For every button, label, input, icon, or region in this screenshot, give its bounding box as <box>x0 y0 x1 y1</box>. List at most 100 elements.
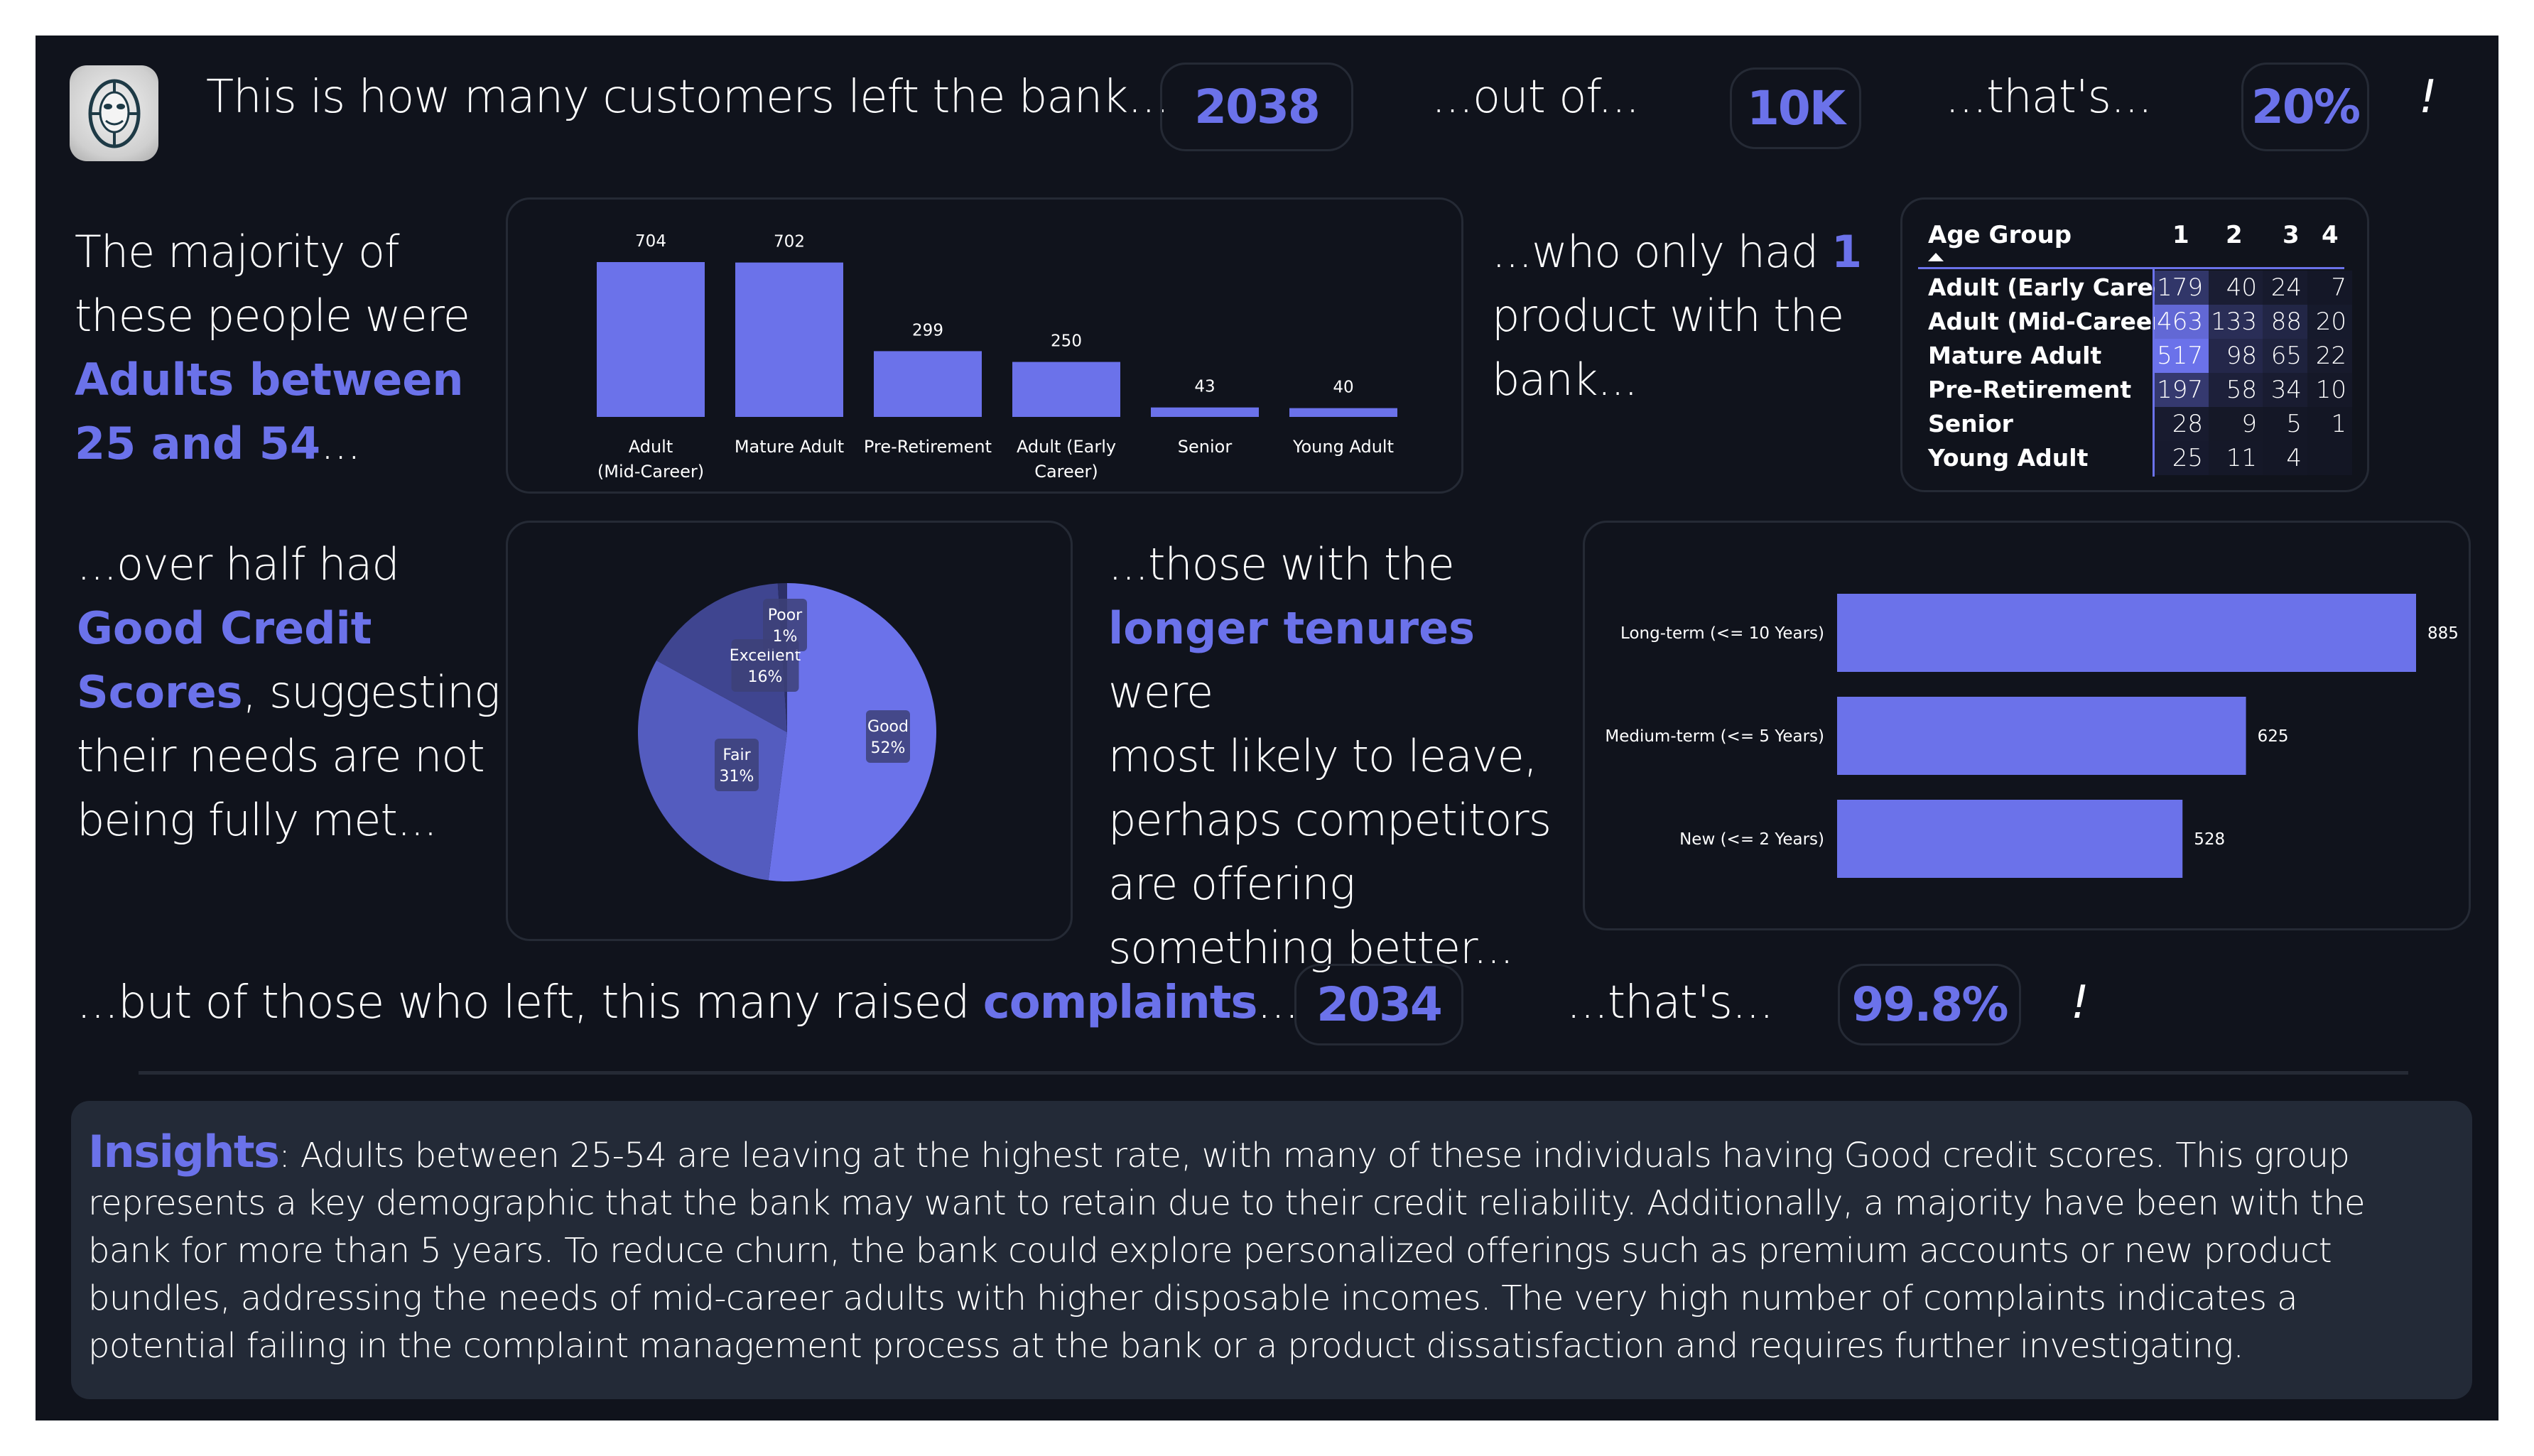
age-group-bar-chart-card: 704 Adult (Mid-Career) 702 Mature Adult 299 Pr… <box>506 197 1463 494</box>
slice-label: Poor <box>768 607 803 624</box>
insights-body: : Adults between 25-54 are leaving at th… <box>88 1136 2366 1366</box>
slice-label: Fair <box>722 746 751 764</box>
matrix-cell: 34 <box>2263 373 2307 407</box>
matrix-cell: 20 <box>2307 305 2352 339</box>
matrix-cell: 463 <box>2155 305 2209 339</box>
y-tick-label: New (<= 2 Years) <box>1679 830 1824 849</box>
credit-story-text: ...over half had Good Credit Scores, sug… <box>77 533 503 852</box>
x-tick-label: Adult (Early <box>1017 437 1116 457</box>
complaints-count-kpi: 2034 <box>1294 964 1463 1045</box>
bar <box>874 351 982 417</box>
age-group-bar-chart: 704 Adult (Mid-Career) 702 Mature Adult 299 Pr… <box>597 232 1397 482</box>
y-tick-label: Long-term (<= 10 Years) <box>1620 624 1824 643</box>
logo <box>70 65 158 161</box>
matrix-cell: 4 <box>2263 441 2307 475</box>
header-divider <box>1918 267 2344 269</box>
credit-story-line: being fully met... <box>77 794 438 846</box>
age-products-matrix: Age Group 1 2 3 4 Adult (Early Career) 179 40 2… <box>1902 200 2367 490</box>
column-header[interactable]: 3 <box>2283 221 2300 249</box>
slice-percent-label: 16% <box>748 668 783 686</box>
slice-label: Good <box>867 718 909 736</box>
bar <box>1837 594 2416 672</box>
row-label: Adult (Early Career) <box>1928 273 2192 301</box>
x-tick-label: Senior <box>1178 437 1233 457</box>
age-products-matrix-card: Age Group 1 2 3 4 Adult (Early Career) 179 40 2… <box>1900 197 2369 492</box>
matrix-cell: 65 <box>2263 339 2307 373</box>
matrix-cell: 58 <box>2209 373 2263 407</box>
x-tick-label: Pre-Retirement <box>864 437 992 457</box>
matrix-cell: 88 <box>2263 305 2307 339</box>
tenure-story-line: perhaps competitors <box>1108 794 1552 846</box>
insights-title: Insights <box>88 1126 280 1178</box>
row-label: Senior <box>1928 410 2013 438</box>
row-label: Pre-Retirement <box>1928 376 2132 403</box>
bar-value-label: 625 <box>2258 727 2289 746</box>
complaints-prefix: ...but of those who left, this many rais… <box>77 977 983 1029</box>
matrix-cell: 517 <box>2155 339 2209 373</box>
matrix-cell: 11 <box>2209 441 2263 475</box>
bar-value-label: 702 <box>774 233 805 251</box>
column-header[interactable]: 2 <box>2226 221 2243 249</box>
x-tick-label: Adult <box>629 437 673 457</box>
sort-ascending-icon[interactable] <box>1928 253 1944 261</box>
bar-value-label: 250 <box>1051 332 1082 351</box>
slice-percent-label: 52% <box>871 739 906 757</box>
section-divider <box>139 1071 2408 1075</box>
matrix-cell: 28 <box>2155 407 2209 441</box>
tenure-story-line: were <box>1108 666 1213 718</box>
bar <box>1289 408 1397 417</box>
age-story-line: The majority of <box>75 226 400 278</box>
bar-value-label: 40 <box>1333 379 1353 397</box>
thats-label: ...that's... <box>1945 71 2153 124</box>
column-header[interactable]: 1 <box>2172 221 2189 249</box>
credit-story-line: ...over half had <box>77 538 400 590</box>
matrix-cell: 9 <box>2209 407 2263 441</box>
out-of-label: ...out of... <box>1431 71 1640 124</box>
bar <box>1012 362 1120 417</box>
age-story-ellipsis: ... <box>320 418 361 469</box>
matrix-cell: 7 <box>2307 271 2352 305</box>
matrix-cell: 179 <box>2155 271 2209 305</box>
column-header[interactable]: 4 <box>2322 221 2339 249</box>
credit-story-line: their needs are not <box>77 730 485 782</box>
matrix-cell <box>2307 441 2352 475</box>
bar-value-label: 704 <box>635 232 666 251</box>
bar-value-label: 528 <box>2194 830 2225 849</box>
credit-story-highlight: Scores <box>77 666 243 718</box>
row-label: Adult (Mid-Career) <box>1928 308 2175 335</box>
header-intro: This is how many customers left the bank… <box>206 71 1169 124</box>
product-story-text: ...who only had 1 product with the bank.… <box>1492 220 1890 412</box>
tenure-story-line: most likely to leave, <box>1108 730 1537 782</box>
bar <box>1837 697 2246 775</box>
slice-percent-label: 1% <box>773 628 798 646</box>
insights-box: Insights: Adults between 25-54 are leavi… <box>71 1101 2472 1399</box>
churned-count-kpi: 2038 <box>1160 63 1353 151</box>
tenure-story-highlight: longer tenures <box>1108 602 1476 654</box>
product-story-line: bank... <box>1492 354 1638 406</box>
product-story-line: ...who only had <box>1492 226 1831 278</box>
credit-score-pie-chart: Good52%Fair31%Excellent16%Poor1% <box>638 583 936 881</box>
matrix-cell: 98 <box>2209 339 2263 373</box>
complaints-ellipsis: ... <box>1257 977 1299 1029</box>
tenure-story-line: are offering <box>1108 858 1355 910</box>
age-story-text: The majority of these people were Adults… <box>75 220 487 476</box>
slice-percent-label: 31% <box>720 768 754 786</box>
x-tick-label: (Mid-Career) <box>597 462 704 482</box>
x-tick-label: Career) <box>1034 462 1098 482</box>
anonymous-mask-globe-icon <box>88 79 140 148</box>
row-label: Young Adult <box>1928 444 2089 472</box>
complaints-thats-label: ...that's... <box>1566 977 1774 1029</box>
x-tick-label: Young Adult <box>1292 437 1394 457</box>
matrix-cell: 24 <box>2263 271 2307 305</box>
tenure-bar-chart: 885 Long-term (<= 10 Years) 625 Medium-term… <box>1605 594 2459 878</box>
product-count-highlight: 1 <box>1831 226 1863 278</box>
row-header-age-group[interactable]: Age Group <box>1928 221 2072 249</box>
x-tick-label: Mature Adult <box>735 437 844 457</box>
age-story-highlight: 25 and 54 <box>75 418 321 469</box>
matrix-cell: 5 <box>2263 407 2307 441</box>
complaints-exclamation: ! <box>2071 977 2089 1029</box>
age-story-line: these people were <box>75 290 470 342</box>
tenure-story-line: ...those with the <box>1108 538 1455 590</box>
bar-value-label: 299 <box>912 321 943 339</box>
row-label: Mature Adult <box>1928 342 2102 369</box>
